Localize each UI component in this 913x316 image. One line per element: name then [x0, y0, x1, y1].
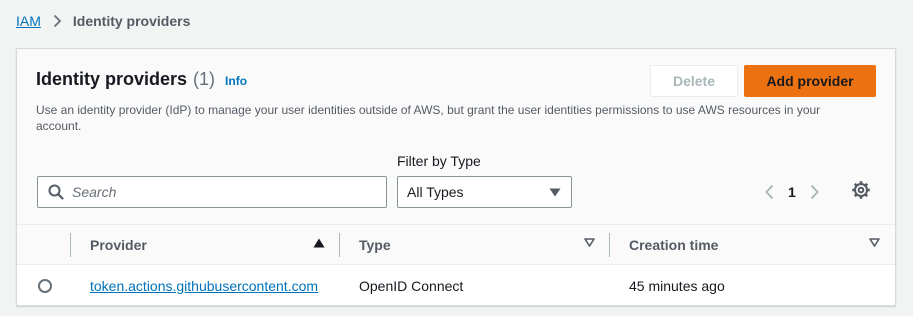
column-divider[interactable]	[609, 233, 610, 257]
sort-icon[interactable]	[584, 238, 595, 247]
provider-type: OpenID Connect	[359, 278, 464, 294]
provider-count: (1)	[193, 69, 216, 89]
search-input[interactable]	[72, 184, 362, 200]
column-header-provider[interactable]: Provider	[90, 237, 147, 253]
type-filter-select[interactable]: All Types	[397, 176, 572, 208]
identity-providers-panel: Identity providers (1) Info Delete Add p…	[16, 48, 896, 306]
panel-description: Use an identity provider (IdP) to manage…	[36, 103, 821, 133]
column-divider[interactable]	[339, 233, 340, 257]
breadcrumb-current: Identity providers	[72, 13, 191, 29]
column-header-creation-time[interactable]: Creation time	[629, 237, 718, 253]
column-divider	[70, 233, 71, 257]
pagination: 1	[757, 180, 827, 204]
type-filter-value: All Types	[407, 184, 464, 200]
sort-icon[interactable]	[869, 238, 880, 247]
info-link[interactable]: Info	[225, 74, 247, 88]
settings-icon[interactable]	[851, 180, 871, 200]
page-number[interactable]: 1	[788, 184, 796, 200]
breadcrumb-iam-link[interactable]: IAM	[16, 13, 41, 29]
panel-header: Identity providers (1) Info Delete Add p…	[17, 49, 895, 225]
caret-down-icon	[549, 184, 561, 200]
row-select-radio[interactable]	[38, 279, 52, 293]
chevron-right-icon	[53, 14, 62, 28]
table-header: Provider Type Creation time	[17, 225, 895, 265]
chevron-right-icon[interactable]	[803, 180, 827, 204]
chevron-left-icon[interactable]	[757, 180, 781, 204]
creation-time: 45 minutes ago	[629, 278, 725, 294]
panel-title: Identity providers	[36, 69, 188, 89]
table-row: token.actions.githubusercontent.com Open…	[17, 266, 895, 306]
filter-by-type-label: Filter by Type	[397, 153, 481, 169]
search-box[interactable]	[37, 176, 387, 208]
panel-title-row: Identity providers (1) Info	[36, 69, 247, 90]
search-icon	[48, 184, 64, 200]
provider-link[interactable]: token.actions.githubusercontent.com	[90, 278, 318, 294]
add-provider-button[interactable]: Add provider	[744, 65, 876, 97]
delete-button[interactable]: Delete	[650, 65, 738, 97]
breadcrumb: IAM Identity providers	[16, 13, 190, 29]
sort-ascending-icon[interactable]	[313, 238, 325, 248]
column-header-type[interactable]: Type	[359, 237, 391, 253]
